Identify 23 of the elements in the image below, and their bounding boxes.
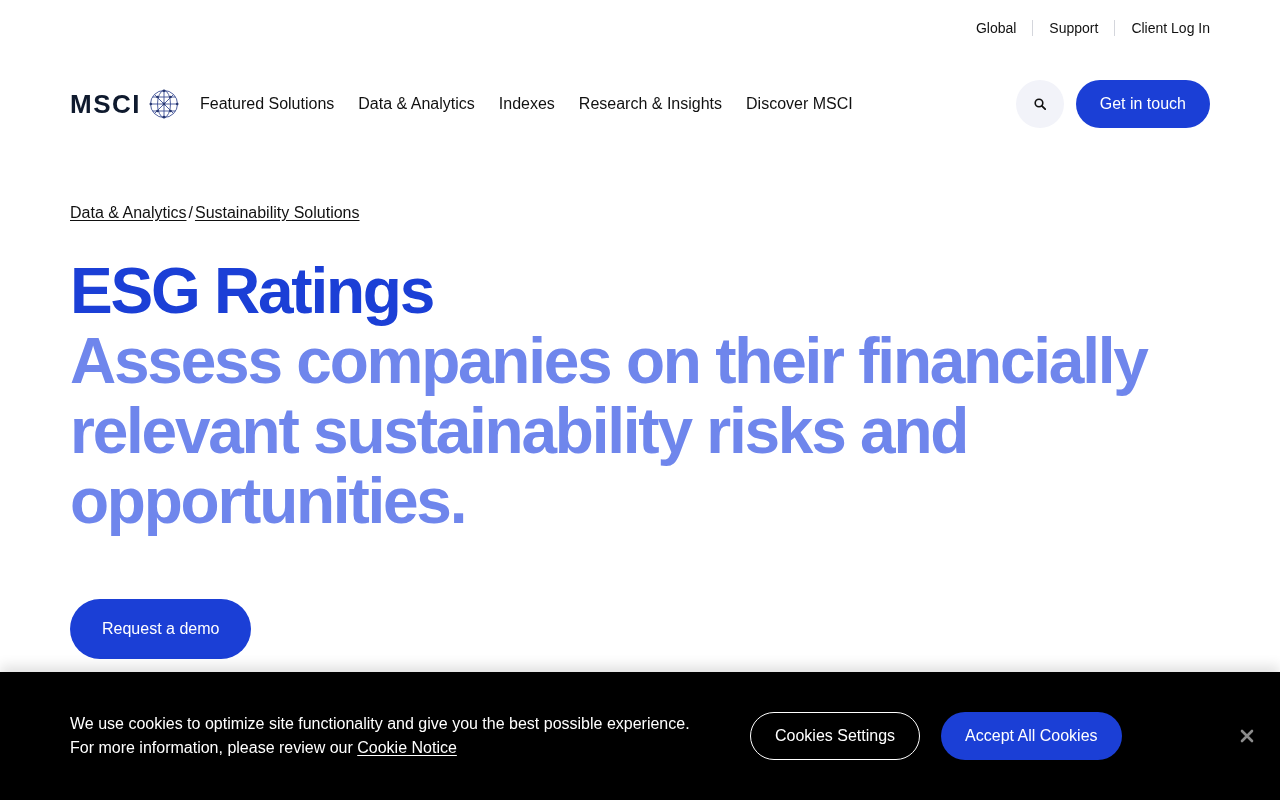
request-demo-button[interactable]: Request a demo [70, 599, 252, 659]
nav-link[interactable]: Discover MSCI [746, 93, 853, 115]
utility-link[interactable]: Client Log In [1131, 18, 1210, 38]
nav-link[interactable]: Data & Analytics [358, 93, 475, 115]
breadcrumb-link[interactable]: Sustainability Solutions [194, 201, 360, 225]
nav-link[interactable]: Featured Solutions [200, 93, 335, 115]
breadcrumb-separator: / [188, 203, 193, 223]
page-title: ESG Ratings [70, 256, 434, 326]
close-icon [1240, 729, 1254, 743]
get-in-touch-button[interactable]: Get in touch [1075, 80, 1210, 128]
utility-link[interactable]: Global [975, 18, 1017, 38]
cookie-notice-link[interactable]: Cookie Notice [357, 739, 457, 756]
page-subtitle: Assess companies on their financially relevant sustainability risks and opportunities. [70, 326, 1149, 536]
accept-cookies-button[interactable]: Accept All Cookies [941, 712, 1122, 760]
utility-link[interactable]: Support [1049, 18, 1099, 38]
globe-icon [149, 89, 179, 119]
breadcrumb-link[interactable]: Data & Analytics [70, 201, 187, 225]
search-icon [1033, 98, 1046, 110]
search-button[interactable] [1015, 80, 1064, 128]
nav-link[interactable]: Indexes [498, 93, 555, 115]
cookie-message: We use cookies to optimize site functionality and give you the best possible experience. For more information, please review our Cookie Notice [70, 714, 691, 758]
nav-link[interactable]: Research & Insights [578, 93, 723, 115]
logo-wordmark[interactable]: MSCI [70, 89, 141, 119]
